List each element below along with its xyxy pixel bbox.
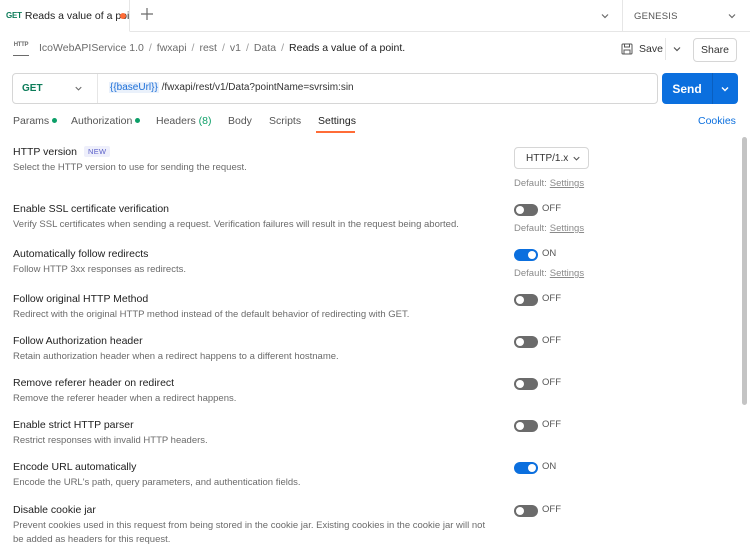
toggle-state: OFF — [542, 335, 561, 346]
setting-title: Disable cookie jar — [13, 504, 96, 516]
setting-title: Encode URL automatically — [13, 461, 137, 473]
request-tab[interactable]: GET Reads a value of a poin — [0, 0, 130, 32]
setting-title: Enable strict HTTP parser — [13, 419, 134, 431]
toggle-state: OFF — [542, 293, 561, 304]
toggle-state: OFF — [542, 203, 561, 214]
breadcrumb: IcoWebAPIService 1.0/fwxapi / rest / v1/Data… — [39, 42, 406, 54]
setting-description: Follow HTTP 3xx responses as redirects. — [13, 264, 186, 275]
toggle-state: ON — [542, 461, 557, 472]
new-badge: NEW — [84, 146, 111, 157]
environment-label: GENESIS — [634, 10, 678, 22]
url-path: /fwxapi/rest/v1/Data?pointName=svrsim:si… — [158, 82, 354, 93]
method-value: GET — [22, 83, 43, 94]
follow-authorization-toggle[interactable] — [514, 336, 538, 348]
send-button-group: Send — [662, 73, 738, 104]
setting-title: Automatically follow redirects — [13, 248, 149, 260]
send-button[interactable]: Send — [662, 73, 712, 104]
remove-referer-toggle[interactable] — [514, 378, 538, 390]
tab-scripts[interactable]: Scripts — [269, 115, 301, 127]
strict-parser-toggle[interactable] — [514, 420, 538, 432]
request-tabs: Params Authorization Headers (8) Body Sc… — [0, 112, 750, 134]
chevron-down-icon[interactable] — [599, 10, 611, 22]
send-divider — [712, 73, 713, 104]
setting-description: Select the HTTP version to use for sendi… — [13, 162, 247, 173]
toggle-state: OFF — [542, 504, 561, 515]
status-dot-icon — [135, 118, 141, 123]
breadcrumb-row: HTTP IcoWebAPIService 1.0/fwxapi / rest / v1… — [0, 33, 750, 65]
setting-title: Follow Authorization header — [13, 335, 143, 347]
default-settings-note: Default: Settings — [514, 223, 585, 234]
tab-body[interactable]: Body — [228, 115, 252, 127]
url-bar: GET {{baseUrl}} /fwxapi/rest/v1/Data?poi… — [12, 73, 658, 104]
chevron-down-icon — [573, 156, 580, 161]
setting-description: Prevent cookies used in this request fro… — [13, 520, 486, 545]
tab-bar: GET Reads a value of a poin GENESIS — [0, 0, 750, 32]
setting-title: Remove referer header on redirect — [13, 377, 175, 389]
tab-label: Params — [13, 115, 50, 127]
save-button[interactable]: Save — [621, 38, 663, 60]
breadcrumb-item[interactable]: fwxapi — [157, 42, 187, 54]
http-icon: HTTP — [13, 42, 29, 56]
chevron-down-icon — [673, 47, 680, 52]
breadcrumb-item[interactable]: rest — [199, 42, 217, 54]
setting-title: Enable SSL certificate verification — [13, 203, 170, 215]
scrollbar[interactable] — [742, 137, 747, 405]
headers-count: (8) — [198, 115, 212, 127]
encode-url-toggle[interactable] — [514, 462, 538, 474]
default-settings-link[interactable]: Settings — [550, 178, 584, 189]
settings-panel: HTTP version NEW Select the HTTP version … — [0, 140, 740, 552]
cookies-link[interactable]: Cookies — [698, 115, 736, 127]
request-tab-method: GET — [6, 11, 22, 20]
toggle-state: ON — [542, 248, 557, 259]
share-button[interactable]: Share — [693, 38, 737, 62]
plus-icon[interactable] — [139, 6, 155, 22]
save-label: Save — [639, 43, 663, 55]
follow-redirects-toggle[interactable] — [514, 249, 538, 261]
toggle-state: OFF — [542, 377, 561, 388]
breadcrumb-item[interactable]: Data — [254, 42, 276, 54]
toggle-state: OFF — [542, 419, 561, 430]
save-icon — [621, 43, 633, 55]
default-settings-note: Default: Settings — [514, 178, 585, 189]
setting-description: Verify SSL certificates when sending a r… — [13, 219, 459, 230]
status-dot-icon — [52, 118, 58, 123]
active-tab-indicator — [316, 131, 355, 133]
setting-description: Redirect with the original HTTP method i… — [13, 309, 410, 320]
save-options-button[interactable] — [665, 38, 687, 60]
follow-original-method-toggle[interactable] — [514, 294, 538, 306]
setting-description: Restrict responses with invalid HTTP hea… — [13, 435, 208, 446]
breadcrumb-item[interactable]: v1 — [230, 42, 241, 54]
tab-authorization[interactable]: Authorization — [71, 115, 141, 127]
url-input[interactable]: {{baseUrl}} /fwxapi/rest/v1/Data?pointNa… — [109, 82, 354, 93]
chevron-down-icon[interactable] — [726, 10, 738, 22]
request-tab-title: Reads a value of a poin — [24, 9, 130, 22]
chevron-down-icon[interactable] — [719, 83, 731, 95]
ssl-verification-toggle[interactable] — [514, 204, 538, 216]
tab-label: Headers — [156, 115, 196, 127]
setting-description: Retain authorization header when a redir… — [13, 351, 339, 362]
setting-description: Encode the URL's path, query parameters,… — [13, 477, 301, 488]
http-version-select[interactable]: HTTP/1.x — [514, 147, 589, 169]
default-settings-link[interactable]: Settings — [550, 223, 584, 234]
tab-label: Authorization — [71, 115, 133, 127]
tab-params[interactable]: Params — [13, 115, 58, 127]
default-settings-note: Default: Settings — [514, 268, 585, 279]
method-select[interactable]: GET — [13, 74, 98, 103]
http-version-value: HTTP/1.x — [526, 152, 569, 164]
url-variable: {{baseUrl}} — [109, 82, 159, 93]
unsaved-dot-icon — [120, 13, 126, 19]
setting-description: Remove the referer header when a redirec… — [13, 393, 237, 404]
breadcrumb-item[interactable]: IcoWebAPIService 1.0 — [39, 42, 144, 54]
chevron-down-icon — [75, 86, 82, 91]
tab-headers[interactable]: Headers (8) — [156, 115, 211, 127]
tab-settings[interactable]: Settings — [318, 115, 356, 127]
default-settings-link[interactable]: Settings — [550, 268, 584, 279]
page-title[interactable]: Reads a value of a point. — [289, 42, 405, 54]
setting-title: HTTP version NEW — [13, 146, 111, 158]
disable-cookie-jar-toggle[interactable] — [514, 505, 538, 517]
setting-title: Follow original HTTP Method — [13, 293, 149, 305]
